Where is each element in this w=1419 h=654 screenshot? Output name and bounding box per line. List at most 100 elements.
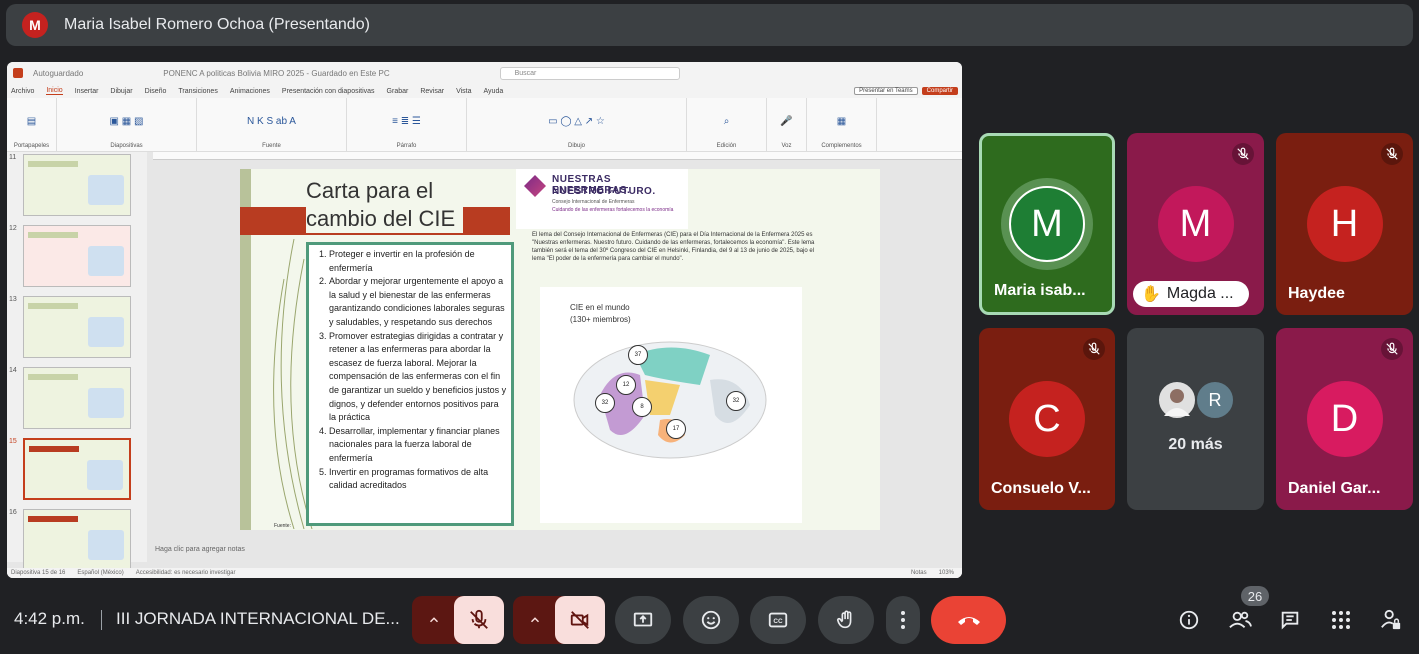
slide-thumbnail[interactable] [23,154,131,216]
list-item: Proteger e invertir en la profesión de e… [329,248,507,275]
ppt-menubar: Archivo Inicio Insertar Dibujar Diseño T… [7,84,962,98]
ribbon-group-label: Fuente [262,143,281,149]
thumb-number: 15 [9,438,17,445]
participant-name: Daniel Gar... [1288,480,1381,497]
menu-revisar[interactable]: Revisar [420,88,444,95]
menu-dibujar[interactable]: Dibujar [110,88,132,95]
activities-button[interactable] [1327,606,1355,634]
map-count: 8 [632,397,652,417]
slide-decoration [273,239,313,529]
ribbon-group-label: Edición [716,143,737,149]
participant-name: Magda ... [1166,285,1234,302]
map-count: 12 [616,375,636,395]
status-zoom[interactable]: 103% [939,568,954,578]
chevron-up-icon[interactable] [412,596,456,644]
avatar: M [1157,186,1234,262]
raise-hand-button[interactable] [818,596,874,644]
map-count: 17 [666,419,686,439]
list-item: Invertir en programas formativos de alta… [329,466,507,493]
meeting-info-button[interactable] [1175,606,1203,634]
hand-icon [836,610,852,629]
participant-tile[interactable]: M Maria isab... [979,133,1115,315]
slide-thumbnail[interactable] [23,509,131,571]
list-item: Desarrollar, implementar y financiar pla… [329,425,507,466]
more-options-button[interactable] [886,596,920,644]
menu-inicio[interactable]: Inicio [46,87,63,95]
people-icon [1229,611,1252,629]
logo-text: Consejo Internacional de Enfermeras [552,199,635,205]
status-slide-count: Diapositiva 15 de 16 [11,570,66,576]
menu-ayuda[interactable]: Ayuda [484,88,504,95]
notes-placeholder[interactable]: Haga clic para agregar notas [155,546,245,553]
avatar: D [1306,381,1383,457]
menu-archivo[interactable]: Archivo [11,88,34,95]
logo-text: NUESTRO FUTURO. [552,186,656,197]
present-now-button[interactable] [615,596,671,644]
world-map-figure: CIE en el mundo (130+ miembros) 37 12 32… [540,287,802,523]
thumb-number: 11 [9,154,17,161]
people-button[interactable] [1226,606,1254,634]
menu-diseno[interactable]: Diseño [145,88,167,95]
menu-transiciones[interactable]: Transiciones [178,88,217,95]
autosave-label: Autoguardado [33,68,84,78]
slide-source: Fuente: [274,523,291,529]
slide-thumbnail-selected[interactable] [23,438,131,500]
ribbon-group-label: Dibujo [567,143,585,149]
menu-grabar[interactable]: Grabar [387,88,409,95]
host-controls-button[interactable] [1377,606,1405,634]
participant-tile[interactable]: D Daniel Gar... [1276,328,1413,510]
menu-insertar[interactable]: Insertar [75,88,99,95]
avatar: M [1009,186,1085,262]
info-icon [1179,610,1199,630]
ppt-workspace: 11 12 13 14 15 16 Carta para el cambio d… [7,152,962,578]
mic-toggle-button[interactable] [454,596,504,644]
captions-icon: CC [768,612,788,628]
map-count: 37 [628,345,648,365]
more-participants-tile[interactable]: R 20 más [1127,328,1264,510]
participant-tile[interactable]: H Haydee [1276,133,1413,315]
svg-text:CC: CC [773,618,783,625]
map-title: CIE en el mundo [570,303,630,312]
slide-bullet-list: Proteger e invertir en la profesión de e… [306,242,514,526]
presenter-name: Maria Isabel Romero Ochoa (Presentando) [64,16,370,33]
ppt-search[interactable]: Buscar [499,66,680,80]
slide-thumbnail[interactable] [23,367,131,429]
participant-tile[interactable]: M ✋ Magda ... [1127,133,1264,315]
ppt-status-bar: Diapositiva 15 de 16 Español (México) Ac… [7,568,962,578]
current-slide: Carta para el cambio del CIE NUESTRAS EN… [240,169,880,530]
logo: NUESTRAS ENFERMERAS. NUESTRO FUTURO. Con… [516,169,688,229]
slide-thumbnail[interactable] [23,225,131,287]
slide-thumbnail[interactable] [23,296,131,358]
emoji-icon [701,610,721,630]
chat-button[interactable] [1276,606,1304,634]
hang-up-icon [957,617,980,625]
menu-presentacion[interactable]: Presentación con diapositivas [282,88,375,95]
present-screen-icon [633,612,653,627]
camera-toggle-button[interactable] [555,596,605,644]
participant-tile[interactable]: C Consuelo V... [979,328,1115,510]
chevron-up-icon[interactable] [513,596,557,644]
captions-button[interactable]: CC [750,596,806,644]
map-subtitle: (130+ miembros) [570,315,631,324]
share-button[interactable]: Compartir [921,87,958,95]
menu-vista[interactable]: Vista [456,88,471,95]
leave-call-button[interactable] [931,596,1006,644]
participant-name: Maria isab... [994,282,1086,299]
map-count: 32 [726,391,746,411]
logo-icon [524,175,546,197]
participant-name: Haydee [1288,285,1345,302]
slide-title: Carta para el cambio del CIE [306,177,464,233]
thumb-number: 16 [9,509,17,516]
ribbon-group-label: Diapositivas [110,143,143,149]
logo-text: Cuidando de las enfermeras fortalecemos … [552,207,674,213]
avatar: R [1195,380,1235,420]
status-notes[interactable]: Notas [911,568,927,578]
status-accessibility: Accesibilidad: es necesario investigar [135,570,236,576]
ribbon-group-label: Portapapeles [13,143,50,149]
menu-animaciones[interactable]: Animaciones [230,88,270,95]
reactions-button[interactable] [683,596,739,644]
ppt-titlebar: Autoguardado PONENC A politicas Bolivia … [7,62,962,84]
avatar [1157,380,1197,420]
present-teams-button[interactable]: Presentar en Teams [854,87,918,95]
slide-title-line: Carta para el [306,178,434,203]
